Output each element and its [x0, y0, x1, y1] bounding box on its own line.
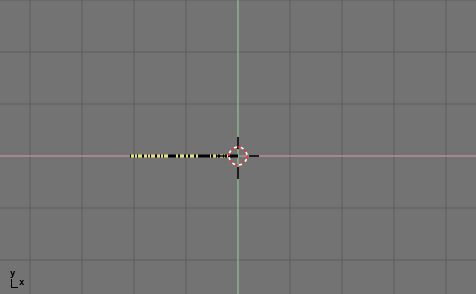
axis-x-label: x — [19, 278, 25, 288]
3d-cursor-icon — [217, 137, 259, 179]
axis-y-label: y — [10, 269, 16, 279]
axis-orientation-icon: y x — [9, 270, 33, 292]
3d-viewport[interactable]: y x — [0, 0, 476, 294]
3d-cursor[interactable] — [217, 137, 259, 179]
axis-corner-mark — [11, 279, 18, 288]
